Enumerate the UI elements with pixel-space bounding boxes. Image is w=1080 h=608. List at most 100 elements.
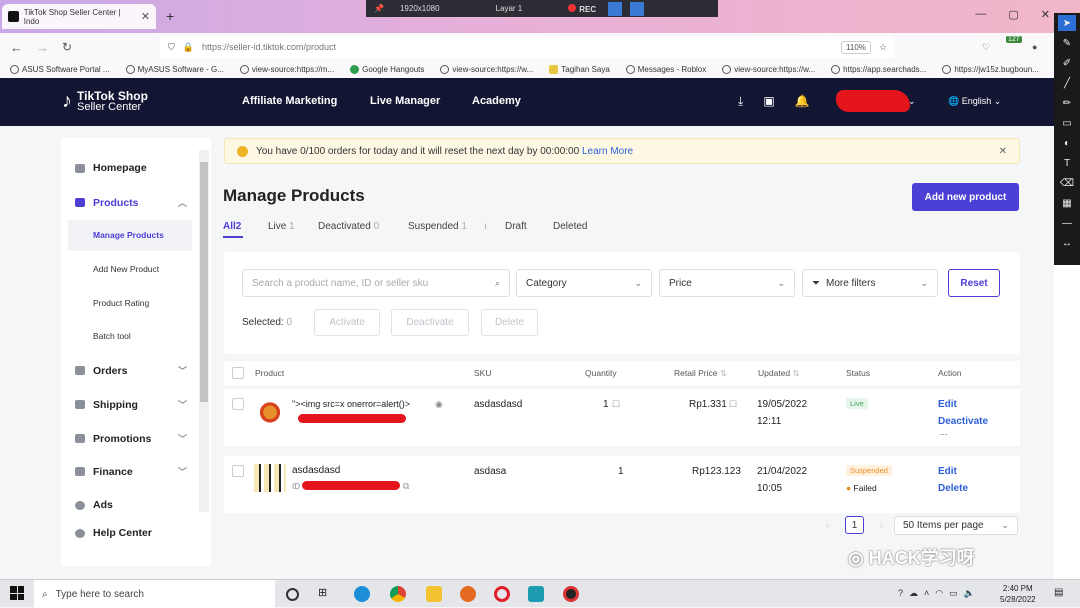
product-name[interactable]: "><img src=x onerror=alert()> bbox=[292, 399, 410, 409]
preview-eye-icon[interactable]: ◉ bbox=[435, 399, 443, 410]
help-icon[interactable]: ? bbox=[898, 588, 903, 599]
search-icon[interactable]: ⌕ bbox=[495, 278, 500, 289]
edit-quantity-icon[interactable]: ☐ bbox=[612, 399, 620, 410]
bookmark-item[interactable]: Messages - Roblox bbox=[625, 65, 706, 74]
bookmark-item[interactable]: MyASUS Software - G... bbox=[125, 65, 224, 74]
minus-tool-icon[interactable]: — bbox=[1058, 215, 1076, 231]
sidebar-item-promotions[interactable]: Promotions ﹀ bbox=[75, 432, 187, 445]
items-per-page-select[interactable]: 50 Items per page ⌄ bbox=[894, 516, 1018, 535]
lock-icon[interactable]: 🔒 bbox=[183, 42, 194, 53]
maximize-icon[interactable]: ▢ bbox=[1008, 8, 1018, 21]
pen-tool-icon[interactable]: ✎ bbox=[1058, 35, 1076, 51]
sidebar-item-ads[interactable]: Ads bbox=[75, 499, 187, 511]
row-checkbox[interactable] bbox=[232, 465, 244, 477]
language-selector[interactable]: 🌐 English ⌄ bbox=[948, 96, 1001, 107]
add-new-product-button[interactable]: Add new product bbox=[912, 183, 1019, 211]
sidebar-item-help-center[interactable]: Help Center bbox=[75, 527, 187, 539]
browser-tab[interactable]: TikTok Shop Seller Center | Indo ✕ bbox=[2, 4, 156, 29]
page-number[interactable]: 1 bbox=[845, 516, 864, 534]
file-explorer-icon[interactable] bbox=[426, 586, 442, 602]
bookmark-item[interactable]: view-source:https://m... bbox=[239, 65, 334, 74]
minimize-icon[interactable]: — bbox=[975, 8, 986, 21]
redacted-account-name[interactable] bbox=[836, 90, 910, 112]
more-actions-icon[interactable]: ... bbox=[940, 427, 948, 437]
shield-icon[interactable]: ⛉ bbox=[168, 42, 175, 53]
notification-icon[interactable]: ▤ bbox=[1054, 587, 1063, 598]
taskbar-clock[interactable]: 2:40 PM 5/28/2022 bbox=[1000, 583, 1036, 605]
back-icon[interactable]: ← bbox=[10, 40, 23, 55]
download-icon[interactable]: ⤓ bbox=[738, 94, 743, 109]
sidebar-item-products[interactable]: Products ︿ bbox=[75, 196, 187, 209]
sidebar-scrollbar[interactable] bbox=[199, 150, 209, 512]
delete-button[interactable]: Delete bbox=[481, 309, 538, 336]
task-view-icon[interactable]: ⊞ bbox=[318, 586, 334, 602]
product-thumbnail[interactable] bbox=[254, 464, 286, 492]
sidebar-sub-add-new-product[interactable]: Add New Product bbox=[93, 264, 159, 274]
sidebar-item-homepage[interactable]: Homepage bbox=[75, 162, 187, 174]
marker-tool-icon[interactable]: ✐ bbox=[1058, 55, 1076, 71]
nav-affiliate-marketing[interactable]: Affiliate Marketing bbox=[242, 95, 337, 107]
recorder-layer[interactable]: Layar 1 bbox=[488, 4, 531, 13]
select-all-checkbox[interactable] bbox=[232, 367, 244, 379]
sidebar-sub-manage-products[interactable]: Manage Products bbox=[93, 230, 164, 240]
edit-price-icon[interactable]: ☐ bbox=[729, 399, 737, 410]
url-text[interactable]: https://seller-id.tiktok.com/product bbox=[202, 42, 336, 52]
volume-icon[interactable]: 🔈 bbox=[964, 588, 975, 599]
close-tab-icon[interactable]: ✕ bbox=[141, 10, 150, 23]
cloud-icon[interactable]: ☁ bbox=[909, 588, 918, 599]
new-tab-button[interactable]: + bbox=[166, 8, 174, 24]
delete-link[interactable]: Delete bbox=[938, 483, 968, 494]
chat-icon[interactable]: ▣ bbox=[763, 94, 774, 109]
prev-page-icon[interactable]: ‹ bbox=[818, 516, 837, 534]
sidebar-sub-product-rating[interactable]: Product Rating bbox=[93, 298, 149, 308]
sidebar-item-finance[interactable]: Finance ﹀ bbox=[75, 465, 187, 478]
tab-draft[interactable]: Draft bbox=[505, 221, 527, 232]
scrollbar-thumb[interactable] bbox=[200, 162, 208, 402]
palette-tool-icon[interactable]: ◐ bbox=[1058, 135, 1076, 151]
copy-icon[interactable]: ⧉ bbox=[403, 481, 409, 492]
reset-button[interactable]: Reset bbox=[948, 269, 1000, 297]
tab-live[interactable]: Live 1 bbox=[268, 221, 295, 232]
tab-deactivated[interactable]: Deactivated 0 bbox=[318, 221, 379, 232]
bookmark-item[interactable]: Google Hangouts bbox=[350, 65, 424, 74]
rectangle-tool-icon[interactable]: ▭ bbox=[1058, 115, 1076, 131]
battery-icon[interactable]: ▭ bbox=[949, 588, 958, 599]
reload-icon[interactable]: ↻ bbox=[62, 40, 72, 54]
bookmark-item[interactable]: view-source:https://w... bbox=[722, 65, 815, 74]
close-window-icon[interactable]: ✕ bbox=[1041, 8, 1050, 21]
tiktok-shop-logo[interactable]: ♪ TikTok Shop Seller Center bbox=[62, 90, 148, 113]
row-checkbox[interactable] bbox=[232, 398, 244, 410]
nav-live-manager[interactable]: Live Manager bbox=[370, 95, 440, 107]
recorder-rec-button[interactable]: REC bbox=[560, 3, 604, 14]
deactivate-button[interactable]: Deactivate bbox=[391, 309, 469, 336]
address-bar[interactable]: ⛉ 🔒 https://seller-id.tiktok.com/product… bbox=[160, 36, 895, 58]
product-name[interactable]: asdasdasd bbox=[292, 465, 340, 476]
app-icon[interactable] bbox=[528, 586, 544, 602]
bookmark-item[interactable]: Tagihan Saya bbox=[549, 65, 610, 74]
bookmark-item[interactable]: https://jw15z.bugboun... bbox=[942, 65, 1039, 74]
recorder-app-icon[interactable] bbox=[563, 586, 579, 602]
activate-button[interactable]: Activate bbox=[314, 309, 380, 336]
cortana-icon[interactable] bbox=[286, 588, 299, 601]
eraser-tool-icon[interactable]: ⌫ bbox=[1058, 175, 1076, 191]
category-select[interactable]: Category ⌄ bbox=[516, 269, 652, 297]
extension-badge[interactable]: 127 bbox=[1006, 36, 1022, 43]
forward-icon[interactable]: → bbox=[36, 40, 49, 55]
chevron-up-icon[interactable]: ˄ bbox=[924, 588, 929, 599]
bookmark-item[interactable]: view-source:https://w... bbox=[440, 65, 533, 74]
product-thumbnail[interactable] bbox=[254, 397, 286, 425]
line-tool-icon[interactable]: ╱ bbox=[1058, 75, 1076, 91]
edge-icon[interactable] bbox=[354, 586, 370, 602]
text-tool-icon[interactable]: T bbox=[1058, 155, 1076, 171]
brush-tool-icon[interactable]: ✏ bbox=[1058, 95, 1076, 111]
sidebar-item-orders[interactable]: Orders ﹀ bbox=[75, 364, 187, 377]
nav-academy[interactable]: Academy bbox=[472, 95, 521, 107]
edit-link[interactable]: Edit bbox=[938, 399, 957, 410]
edit-link[interactable]: Edit bbox=[938, 466, 957, 477]
price-select[interactable]: Price ⌄ bbox=[659, 269, 795, 297]
chrome-icon[interactable] bbox=[390, 586, 406, 602]
extension-icon[interactable]: ● bbox=[1032, 42, 1037, 52]
expand-tool-icon[interactable]: ↔ bbox=[1058, 235, 1076, 251]
pattern-tool-icon[interactable]: ▦ bbox=[1058, 195, 1076, 211]
pocket-icon[interactable]: ♡ bbox=[982, 42, 990, 53]
